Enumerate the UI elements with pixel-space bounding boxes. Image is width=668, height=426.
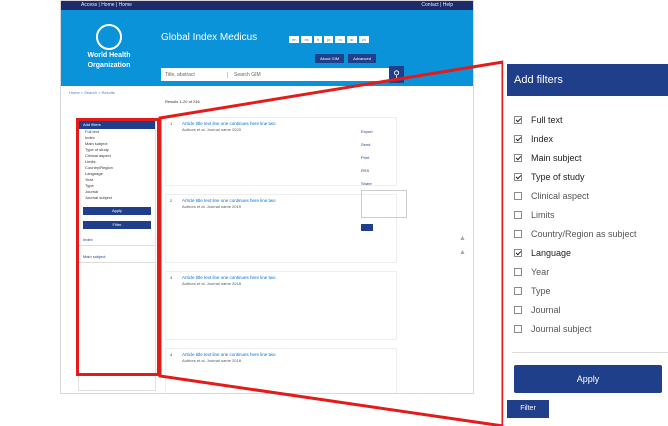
who-emblem-icon bbox=[96, 24, 122, 50]
filter-label: Year bbox=[531, 266, 550, 277]
filter-checkbox[interactable] bbox=[514, 115, 522, 124]
search-bar: Title, abstract Search GIM bbox=[161, 68, 401, 81]
result-item: 4 Article title text line one continues h… bbox=[165, 348, 397, 393]
result-number: 1 bbox=[170, 121, 173, 126]
search-button[interactable]: ⚲ bbox=[389, 66, 404, 83]
send-button[interactable] bbox=[361, 224, 373, 231]
language-selector: en es fr pt ru ar zh bbox=[289, 36, 369, 43]
filter-checkbox[interactable] bbox=[514, 229, 522, 238]
header-buttons: About GIM Advanced bbox=[315, 54, 376, 63]
right-tool-link[interactable]: Export bbox=[361, 129, 407, 134]
filter-label: Index bbox=[531, 133, 554, 144]
right-tool-link[interactable]: Send bbox=[361, 142, 407, 147]
right-tools-rows: Export Send Print RSS Share bbox=[361, 129, 407, 186]
add-filters-panel: Add filters Full text Index Main subject Ty… bbox=[503, 60, 668, 426]
filter-row[interactable]: Clinical aspect bbox=[514, 186, 664, 205]
filter-label: Clinical aspect bbox=[531, 190, 590, 201]
filter-label: Journal bbox=[531, 304, 561, 315]
who-logo[interactable]: World Health Organization bbox=[85, 24, 133, 80]
filter-label: Full text bbox=[531, 114, 563, 125]
filter-row[interactable]: Full text bbox=[514, 110, 664, 129]
filter-button[interactable]: Filter bbox=[507, 400, 549, 418]
filter-label: Type of study bbox=[531, 171, 585, 182]
header-button[interactable]: Advanced bbox=[348, 54, 376, 63]
language-option[interactable]: es bbox=[301, 36, 312, 43]
breadcrumb[interactable]: Home > Search > Results bbox=[69, 90, 115, 95]
filter-row[interactable]: Main subject bbox=[514, 148, 664, 167]
result-number: 4 bbox=[170, 352, 173, 357]
filter-checkbox[interactable] bbox=[514, 305, 522, 314]
filter-label: Main subject bbox=[531, 152, 582, 163]
language-option[interactable]: zh bbox=[358, 36, 369, 43]
add-filters-title: Add filters bbox=[507, 64, 668, 96]
filter-row[interactable]: Type bbox=[514, 281, 664, 300]
filter-checkbox[interactable] bbox=[514, 267, 522, 276]
language-option[interactable]: pt bbox=[324, 36, 334, 43]
filter-row[interactable]: Limits bbox=[514, 205, 664, 224]
filter-checkbox[interactable] bbox=[514, 134, 522, 143]
scroll-top-icon[interactable]: ▲ bbox=[459, 249, 466, 256]
comment-box[interactable] bbox=[361, 190, 407, 218]
result-number: 3 bbox=[170, 275, 173, 280]
filter-checkbox[interactable] bbox=[514, 324, 522, 333]
search-icon: ⚲ bbox=[393, 69, 400, 79]
apply-button[interactable]: Apply bbox=[514, 365, 662, 393]
site-title: Global Index Medicus bbox=[161, 32, 258, 43]
language-option[interactable]: ru bbox=[335, 36, 346, 43]
search-input[interactable]: Search GIM bbox=[228, 72, 401, 78]
filter-label: Language bbox=[531, 247, 572, 258]
results-toolbar: Results 1-20 of 246 bbox=[165, 99, 200, 104]
filter-row[interactable]: Language bbox=[514, 243, 664, 262]
filter-checkbox[interactable] bbox=[514, 248, 522, 257]
filter-checkbox[interactable] bbox=[514, 191, 522, 200]
panel-divider bbox=[512, 352, 668, 353]
filter-row[interactable]: Country/Region as subject bbox=[514, 224, 664, 243]
scroll-up-icon[interactable]: ▲ bbox=[459, 235, 466, 242]
filter-row[interactable]: Index bbox=[514, 129, 664, 148]
filter-label: Type bbox=[531, 285, 551, 296]
filter-label: Limits bbox=[531, 209, 555, 220]
filter-row[interactable]: Journal subject bbox=[514, 319, 664, 338]
filter-checkbox[interactable] bbox=[514, 210, 522, 219]
result-item: 3 Article title text line one continues h… bbox=[165, 271, 397, 340]
zoom-highlight-box bbox=[76, 118, 160, 376]
right-tool-link[interactable]: Share bbox=[361, 181, 407, 186]
result-number: 2 bbox=[170, 198, 173, 203]
right-tool-link[interactable]: Print bbox=[361, 155, 407, 160]
language-option[interactable]: fr bbox=[313, 36, 323, 43]
filter-row[interactable]: Journal bbox=[514, 300, 664, 319]
site-header: World Health Organization Global Index M… bbox=[61, 10, 473, 86]
header-button[interactable]: About GIM bbox=[315, 54, 345, 63]
filter-checkbox[interactable] bbox=[514, 286, 522, 295]
filter-row[interactable]: Type of study bbox=[514, 167, 664, 186]
logo-line-2: Organization bbox=[87, 62, 131, 69]
filter-label: Journal subject bbox=[531, 323, 592, 334]
result-meta: Authors et al. Journal name 2018 bbox=[182, 281, 241, 286]
right-tool-link[interactable]: RSS bbox=[361, 168, 407, 173]
logo-line-1: World Health bbox=[87, 52, 131, 59]
filter-label: Country/Region as subject bbox=[531, 228, 637, 239]
language-option[interactable]: en bbox=[289, 36, 300, 43]
top-bar-left-links[interactable]: Access | Home | Home bbox=[81, 1, 132, 10]
filter-checkbox[interactable] bbox=[514, 153, 522, 162]
search-scope-select[interactable]: Title, abstract bbox=[161, 71, 228, 78]
top-bar-right-links[interactable]: Contact | Help bbox=[421, 1, 453, 10]
top-bar: Access | Home | Home Contact | Help bbox=[61, 1, 473, 10]
filter-checkbox-list: Full text Index Main subject Type of study C… bbox=[514, 110, 664, 338]
filter-row[interactable]: Year bbox=[514, 262, 664, 281]
language-option[interactable]: ar bbox=[347, 36, 357, 43]
filter-checkbox[interactable] bbox=[514, 172, 522, 181]
result-meta: Authors et al. Journal name 2018 bbox=[182, 358, 241, 363]
right-tools-panel: Export Send Print RSS Share bbox=[361, 121, 407, 231]
